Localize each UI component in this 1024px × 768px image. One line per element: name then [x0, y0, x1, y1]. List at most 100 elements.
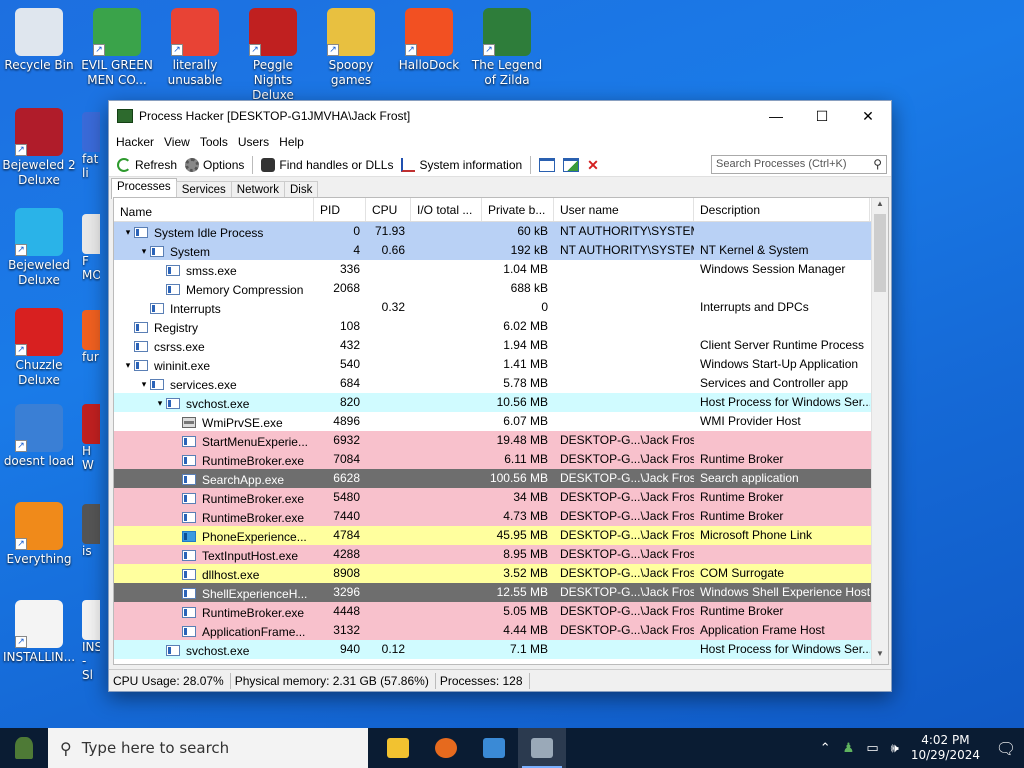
chevron-down-icon[interactable]: ▾ [138, 246, 150, 257]
column-cpu[interactable]: CPU [366, 198, 411, 221]
table-row[interactable]: RuntimeBroker.exe 7440 4.73 MB DESKTOP-G...… [114, 507, 888, 526]
desktop-icon[interactable]: ↗ Everything [0, 502, 78, 567]
table-row[interactable]: ▾ System Idle Process 0 71.93 60 kB NT AUTHOR… [114, 222, 888, 241]
table-row[interactable]: SearchApp.exe 6628 100.56 MB DESKTOP-G...\J… [114, 469, 888, 488]
desktop-icon-partial[interactable]: INST - Sl [82, 600, 100, 682]
taskbar-search-box[interactable]: ⚲ Type here to search [48, 728, 368, 768]
desktop-icon[interactable]: ↗ doesnt load [0, 404, 78, 469]
desktop-icon[interactable]: ↗ INSTALLIN... [0, 600, 78, 665]
options-button[interactable]: Options [181, 154, 248, 176]
column-io-total[interactable]: I/O total ... [411, 198, 482, 221]
column-name[interactable]: Name [114, 198, 314, 221]
chevron-down-icon[interactable]: ▾ [138, 379, 150, 390]
table-row[interactable]: ▾ wininit.exe 540 1.41 MB Windows Start-Up A… [114, 355, 888, 374]
chevron-up-icon[interactable]: ⌃ [820, 741, 831, 756]
desktop-icon[interactable]: ↗ Spoopy games [312, 8, 390, 88]
process-name: Registry [154, 320, 199, 335]
desktop-icon[interactable]: ↗ Bejeweled Deluxe [0, 208, 78, 288]
desktop-icon[interactable]: ↗ Bejeweled 2 Deluxe [0, 108, 78, 188]
table-row[interactable]: smss.exe 336 1.04 MB Windows Session Manage… [114, 260, 888, 279]
taskbar-app-control-panel[interactable] [470, 728, 518, 768]
notification-icon[interactable]: 🗨 [988, 739, 1024, 758]
minimize-button[interactable]: — [753, 101, 799, 131]
refresh-button[interactable]: Refresh [113, 154, 181, 176]
taskbar-app-process-hacker[interactable] [518, 728, 566, 768]
desktop-icon[interactable]: ↗ literally unusable [156, 8, 234, 88]
title-bar[interactable]: Process Hacker [DESKTOP-G1JMVHA\Jack Fro… [109, 101, 891, 131]
find-handles-button[interactable]: Find handles or DLLs [257, 154, 397, 176]
table-row[interactable]: WmiPrvSE.exe 4896 6.07 MB WMI Provider Host [114, 412, 888, 431]
table-row[interactable]: RuntimeBroker.exe 7084 6.11 MB DESKTOP-G...… [114, 450, 888, 469]
people-icon[interactable]: ♟ [843, 741, 855, 756]
desktop-icon-partial[interactable]: fur [82, 310, 100, 364]
table-row[interactable]: RuntimeBroker.exe 5480 34 MB DESKTOP-G...\J… [114, 488, 888, 507]
table-row[interactable]: StartMenuExperie... 6932 19.48 MB DESKTOP-G… [114, 431, 888, 450]
table-row[interactable]: ▾ services.exe 684 5.78 MB Services and Cont… [114, 374, 888, 393]
menu-users[interactable]: Users [233, 135, 274, 149]
scrollbar-thumb[interactable] [874, 214, 886, 292]
start-button[interactable] [0, 728, 48, 768]
table-row[interactable]: RuntimeBroker.exe 4448 5.05 MB DESKTOP-G...… [114, 602, 888, 621]
close-red-icon[interactable]: ✕ [587, 158, 603, 172]
scroll-up-icon[interactable]: ▲ [872, 199, 888, 213]
table-row[interactable]: ApplicationFrame... 3132 4.44 MB DESKTOP-G.… [114, 621, 888, 640]
process-pid: 0 [353, 224, 360, 238]
table-row[interactable]: ▾ svchost.exe 820 10.56 MB Host Process for … [114, 393, 888, 412]
column-user-name[interactable]: User name [554, 198, 694, 221]
menu-help[interactable]: Help [274, 135, 309, 149]
table-row[interactable]: PhoneExperience... 4784 45.95 MB DESKTOP-G.… [114, 526, 888, 545]
process-window-icon [182, 474, 196, 485]
table-row[interactable]: Memory Compression 2068 688 kB [114, 279, 888, 298]
menu-tools[interactable]: Tools [195, 135, 233, 149]
process-user-name [554, 412, 694, 431]
maximize-button[interactable]: ☐ [799, 101, 845, 131]
column-private-bytes[interactable]: Private b... [482, 198, 554, 221]
scroll-down-icon[interactable]: ▼ [872, 649, 888, 663]
menu-hacker[interactable]: Hacker [111, 135, 159, 149]
table-row[interactable]: ▾ System 4 0.66 192 kB NT AUTHORITY\SYSTEM NT … [114, 241, 888, 260]
process-tree[interactable]: Name PID CPU I/O total ... Private b... … [113, 197, 889, 665]
process-user-name: DESKTOP-G...\Jack Frost [560, 433, 694, 447]
window-arrow-icon[interactable] [563, 157, 580, 172]
table-row[interactable]: csrss.exe 432 1.94 MB Client Server Runtime… [114, 336, 888, 355]
clock[interactable]: 4:02 PM 10/29/2024 [911, 733, 980, 763]
desktop-icon-label: Recycle Bin [4, 58, 74, 72]
menu-view[interactable]: View [159, 135, 195, 149]
table-row[interactable]: Interrupts 0.32 0 Interrupts and DPCs [114, 298, 888, 317]
vertical-scrollbar[interactable]: ▲ ▼ [871, 198, 888, 664]
table-row[interactable]: TextInputHost.exe 4288 8.95 MB DESKTOP-G...… [114, 545, 888, 564]
process-user-name: DESKTOP-G...\Jack Frost [560, 585, 694, 599]
process-user-name [554, 374, 694, 393]
process-cpu [366, 412, 411, 431]
chevron-down-icon[interactable]: ▾ [122, 360, 134, 371]
control-panel-icon [483, 738, 505, 758]
table-row[interactable]: Registry 108 6.02 MB [114, 317, 888, 336]
desktop-icon[interactable]: ↗ Chuzzle Deluxe [0, 308, 78, 388]
desktop-icon-partial[interactable]: F MON [82, 214, 100, 282]
close-button[interactable]: ✕ [845, 101, 891, 131]
window-icon[interactable] [539, 157, 556, 172]
desktop-icon-partial[interactable]: fat li [82, 112, 100, 180]
desktop-icon[interactable]: Recycle Bin [0, 8, 78, 73]
table-row[interactable]: svchost.exe 940 0.12 7.1 MB Host Process for… [114, 640, 888, 659]
chevron-down-icon[interactable]: ▾ [154, 398, 166, 409]
volume-icon[interactable]: 🕪 [891, 741, 899, 756]
tab-processes[interactable]: Processes [111, 178, 177, 199]
desktop-icon[interactable]: ↗ EVIL GREEN MEN CO... [78, 8, 156, 88]
desktop-icon[interactable]: ↗ Peggle Nights Deluxe [234, 8, 312, 103]
table-row[interactable]: ShellExperienceH... 3296 12.55 MB DESKTOP-G… [114, 583, 888, 602]
table-row[interactable]: dllhost.exe 8908 3.52 MB DESKTOP-G...\Jack … [114, 564, 888, 583]
chevron-down-icon[interactable]: ▾ [122, 227, 134, 238]
system-information-button[interactable]: System information [397, 154, 526, 176]
desktop-icon-partial[interactable]: is [82, 504, 100, 558]
desktop-icon-partial[interactable]: H W [82, 404, 100, 472]
desktop-icon[interactable]: ↗ HalloDock [390, 8, 468, 73]
taskbar-app-firefox[interactable] [422, 728, 470, 768]
app-shortcut-icon: ↗ [249, 8, 297, 56]
network-icon[interactable]: ▭ [866, 741, 878, 756]
taskbar-app-file-explorer[interactable] [374, 728, 422, 768]
desktop-icon[interactable]: ↗ The Legend of Zilda [468, 8, 546, 88]
search-processes-input[interactable]: Search Processes (Ctrl+K) ⚲ [711, 155, 887, 174]
column-pid[interactable]: PID [314, 198, 366, 221]
column-description[interactable]: Description [694, 198, 870, 221]
